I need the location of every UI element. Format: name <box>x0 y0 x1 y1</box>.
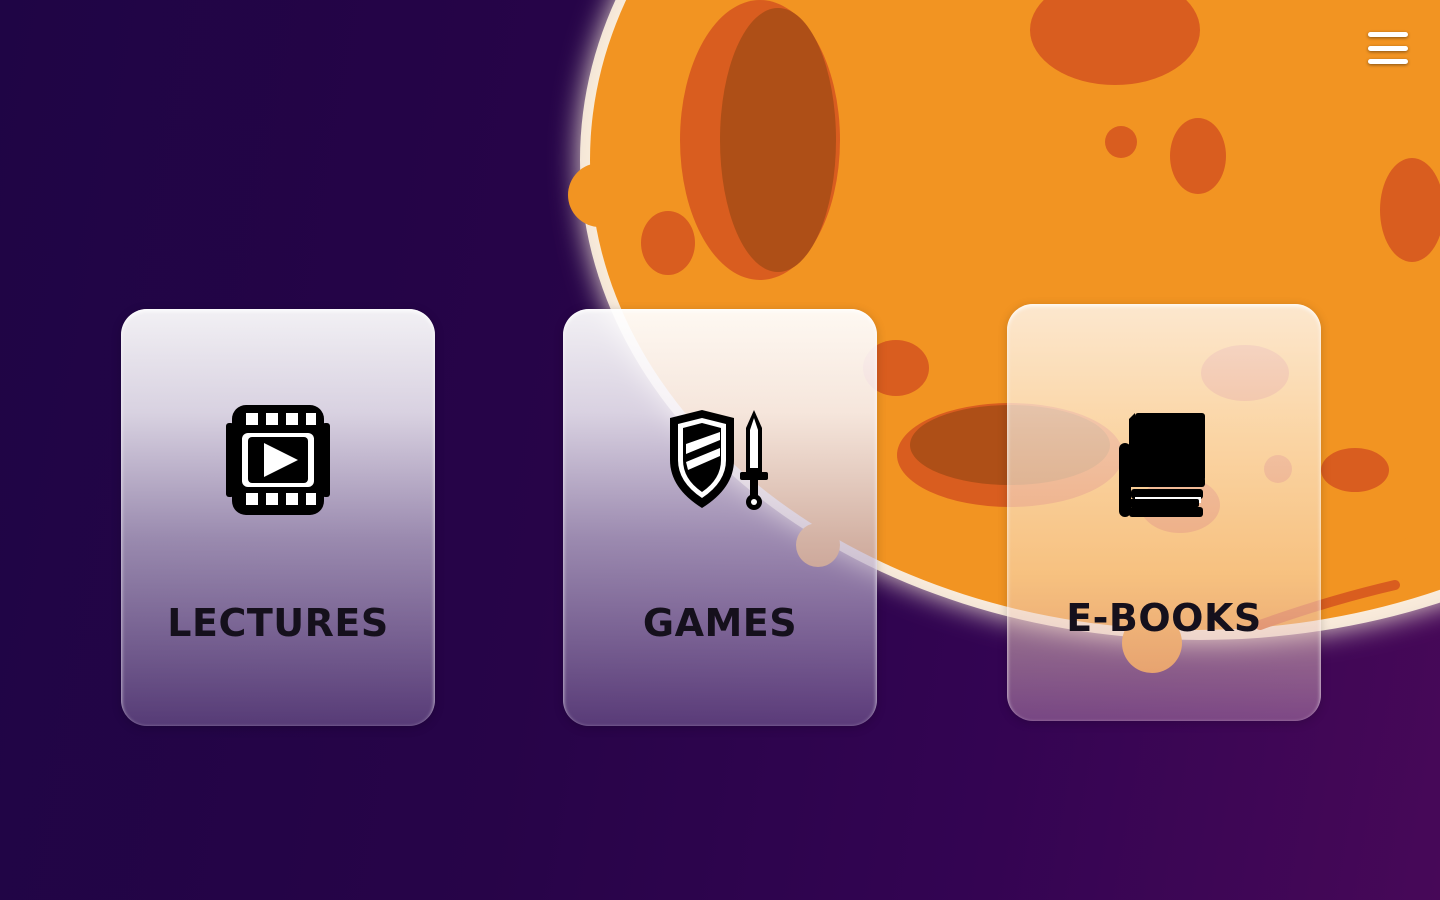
ebooks-label: E-BOOKS <box>1066 596 1262 640</box>
ebooks-card[interactable]: E-BOOKS <box>1007 304 1321 721</box>
menu-bar <box>1368 59 1408 64</box>
games-card[interactable]: GAMES <box>563 309 877 726</box>
book-icon <box>1109 409 1219 521</box>
menu-bar <box>1368 32 1408 37</box>
lectures-label: LECTURES <box>167 601 389 645</box>
lectures-card[interactable]: LECTURES <box>121 309 435 726</box>
menu-bar <box>1368 45 1408 51</box>
menu-button[interactable] <box>1364 26 1412 70</box>
shield-sword-icon <box>665 404 775 516</box>
games-label: GAMES <box>642 601 798 645</box>
app-screen: LECTURES GAMES E-BOOKS <box>0 0 1440 900</box>
film-play-icon <box>223 404 333 516</box>
